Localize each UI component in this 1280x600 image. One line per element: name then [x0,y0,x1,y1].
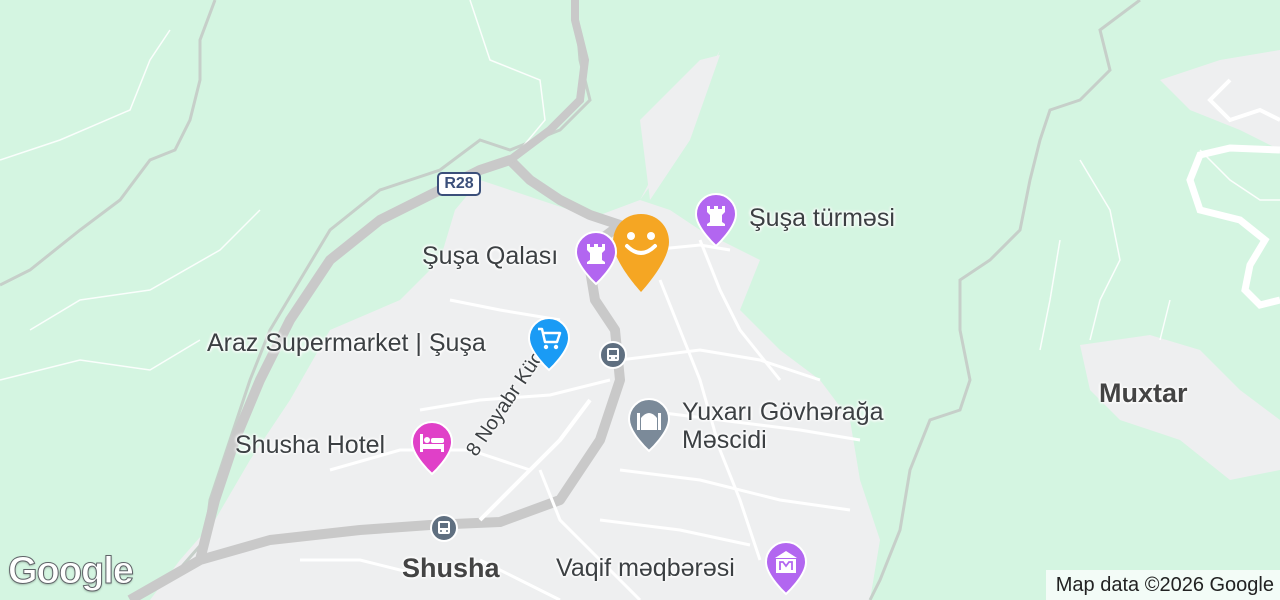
place-label-susa-qalasi[interactable]: Şuşa Qalası [422,241,558,271]
place-label-araz-supermarket[interactable]: Araz Supermarket | Şuşa [207,328,486,358]
place-label-mosque-line1[interactable]: Yuxarı Gövhərağa [682,397,884,427]
mosque-icon[interactable] [627,397,671,453]
map-attribution[interactable]: Map data ©2026 Google [1045,570,1280,600]
smiley-location-marker-icon[interactable] [611,212,671,294]
tower-castle-icon[interactable] [694,192,738,248]
place-label-mosque-line2[interactable]: Məscidi [682,425,767,455]
map-canvas[interactable] [0,0,1280,600]
shopping-cart-icon[interactable] [527,316,571,372]
town-label-shusha[interactable]: Shusha [402,553,500,583]
place-label-vaqif[interactable]: Vaqif məqbərəsi [556,553,735,583]
place-label-shusha-hotel[interactable]: Shusha Hotel [235,430,385,460]
google-logo: Google [8,550,135,593]
castle-icon[interactable] [574,230,618,286]
road-shield-r28: R28 [437,172,481,196]
bed-icon[interactable] [410,420,454,476]
town-label-muxtar[interactable]: Muxtar [1099,378,1188,408]
place-label-susa-turmesi[interactable]: Şuşa türməsi [749,203,895,233]
bus-icon[interactable] [599,341,627,369]
bus-icon[interactable] [430,514,458,542]
monument-icon[interactable] [764,540,808,596]
